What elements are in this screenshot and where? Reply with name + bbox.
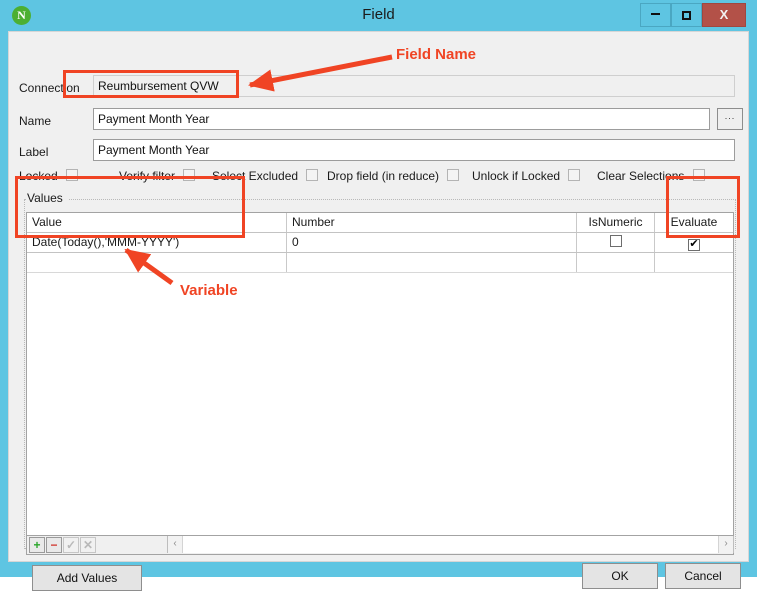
cell-isnumeric-empty[interactable] (577, 253, 655, 272)
option-select-excluded-checkbox[interactable] (306, 169, 319, 181)
option-locked[interactable]: Locked (19, 169, 79, 183)
column-header-number[interactable]: Number (287, 213, 577, 232)
name-label: Name (19, 114, 52, 128)
option-verify-filter-label: Verify filter (119, 169, 176, 183)
option-select-excluded[interactable]: Select Excluded (212, 169, 319, 183)
name-input[interactable]: Payment Month Year (93, 108, 710, 130)
option-drop-field-label: Drop field (in reduce) (327, 169, 440, 183)
add-row-button[interactable]: + (29, 537, 45, 553)
connection-label: Connection (19, 81, 80, 95)
connection-field: Reumbursement QVW (93, 75, 735, 97)
option-clear-selections[interactable]: Clear Selections (597, 169, 705, 183)
option-verify-filter-checkbox[interactable] (183, 169, 196, 181)
evaluate-checkbox[interactable] (688, 239, 700, 251)
cell-isnumeric[interactable] (577, 233, 655, 252)
values-grid-header-row: Value Number IsNumeric Evaluate (27, 213, 733, 233)
column-header-isnumeric[interactable]: IsNumeric (577, 213, 655, 232)
column-header-value[interactable]: Value (27, 213, 287, 232)
option-select-excluded-label: Select Excluded (212, 169, 299, 183)
cell-value-empty[interactable] (27, 253, 287, 272)
annotation-label-field-name: Field Name (396, 46, 477, 63)
option-clear-selections-label: Clear Selections (597, 169, 685, 183)
option-unlock-if-locked-checkbox[interactable] (568, 169, 581, 181)
label-label: Label (19, 145, 49, 159)
option-drop-field-checkbox[interactable] (447, 169, 460, 181)
table-row-empty[interactable] (27, 253, 733, 273)
annotation-label-variable: Variable (180, 282, 238, 299)
add-values-button[interactable]: Add Values (32, 565, 142, 591)
confirm-row-button: ✓ (63, 537, 79, 553)
browse-button[interactable]: ... (717, 108, 743, 130)
maximize-icon (682, 10, 691, 20)
option-clear-selections-checkbox[interactable] (692, 169, 705, 181)
ok-button[interactable]: OK (582, 563, 658, 589)
option-unlock-if-locked-label: Unlock if Locked (472, 169, 561, 183)
title-bar: N Field X (0, 0, 757, 31)
cell-evaluate[interactable] (655, 233, 733, 252)
isnumeric-checkbox[interactable] (609, 235, 622, 247)
option-verify-filter[interactable]: Verify filter (119, 169, 196, 183)
cell-value[interactable]: Date(Today(),'MMM-YYYY') (27, 233, 287, 252)
cancel-row-button: ✕ (80, 537, 96, 553)
option-drop-field[interactable]: Drop field (in reduce) (327, 169, 460, 183)
values-grid[interactable]: Value Number IsNumeric Evaluate Date(Tod… (26, 212, 734, 536)
option-locked-checkbox[interactable] (66, 169, 79, 181)
values-group-caption: Values (27, 191, 68, 205)
cell-number-empty[interactable] (287, 253, 577, 272)
minimize-icon (651, 13, 660, 16)
table-row[interactable]: Date(Today(),'MMM-YYYY') 0 (27, 233, 733, 253)
option-locked-label: Locked (19, 169, 58, 183)
field-dialog-window: N Field X Connection Reumbursement QVW N… (0, 0, 757, 591)
scroll-left-icon[interactable]: ‹ (168, 536, 183, 553)
cell-evaluate-empty[interactable] (655, 253, 733, 272)
horizontal-scrollbar[interactable]: ‹ › (167, 536, 734, 553)
close-button[interactable]: X (702, 3, 746, 27)
column-header-evaluate[interactable]: Evaluate (655, 213, 733, 232)
label-input[interactable]: Payment Month Year (93, 139, 735, 161)
minimize-button[interactable] (640, 3, 671, 27)
dialog-client-area: Connection Reumbursement QVW Name Paymen… (8, 31, 749, 591)
scroll-right-icon[interactable]: › (718, 536, 733, 553)
delete-row-button[interactable]: − (46, 537, 62, 553)
cancel-button[interactable]: Cancel (665, 563, 741, 589)
cell-number[interactable]: 0 (287, 233, 577, 252)
option-unlock-if-locked[interactable]: Unlock if Locked (472, 169, 581, 183)
maximize-button[interactable] (671, 3, 702, 27)
grid-toolbar: + − ✓ ✕ ‹ › (26, 536, 734, 555)
